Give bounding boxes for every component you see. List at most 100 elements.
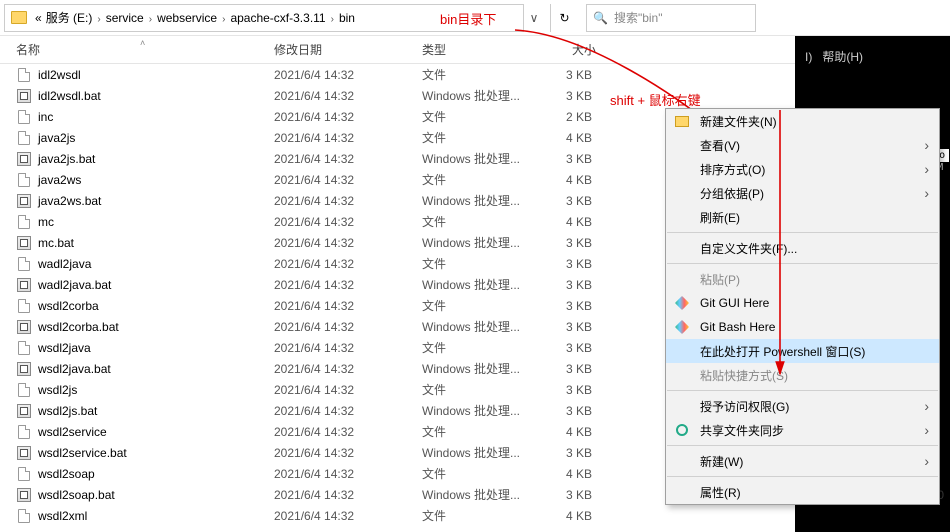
- crumb[interactable]: apache-cxf-3.3.11: [230, 11, 325, 25]
- table-row[interactable]: java2ws.bat2021/6/4 14:32Windows 批处理...3…: [0, 190, 620, 211]
- batch-file-icon: [16, 151, 32, 167]
- annotation-bin-dir: bin目录下: [440, 9, 496, 28]
- table-row[interactable]: wsdl2java2021/6/4 14:32文件3 KB: [0, 337, 620, 358]
- file-name: mc.bat: [38, 236, 274, 250]
- table-row[interactable]: wadl2java2021/6/4 14:32文件3 KB: [0, 253, 620, 274]
- file-name: idl2wsdl: [38, 68, 274, 82]
- table-row[interactable]: wsdl2js2021/6/4 14:32文件3 KB: [0, 379, 620, 400]
- menu-item[interactable]: Git Bash Here: [666, 315, 939, 339]
- file-date: 2021/6/4 14:32: [274, 173, 422, 187]
- col-type[interactable]: 类型: [422, 41, 546, 58]
- file-type: 文件: [422, 465, 546, 482]
- table-row[interactable]: wsdl2corba2021/6/4 14:32文件3 KB: [0, 295, 620, 316]
- table-row[interactable]: idl2wsdl2021/6/4 14:32文件3 KB: [0, 64, 620, 85]
- file-size: 3 KB: [546, 383, 592, 397]
- table-row[interactable]: idl2wsdl.bat2021/6/4 14:32Windows 批处理...…: [0, 85, 620, 106]
- menu-item[interactable]: 刷新(E): [666, 205, 939, 229]
- menu-item[interactable]: 新建(W): [666, 449, 939, 473]
- table-row[interactable]: wsdl2js.bat2021/6/4 14:32Windows 批处理...3…: [0, 400, 620, 421]
- chevron-right-icon: ›: [149, 14, 152, 25]
- file-type: Windows 批处理...: [422, 150, 546, 167]
- menu-item[interactable]: 自定义文件夹(F)...: [666, 236, 939, 260]
- menu-item[interactable]: 新建文件夹(N): [666, 109, 939, 133]
- table-row[interactable]: wsdl2soap.bat2021/6/4 14:32Windows 批处理..…: [0, 484, 620, 505]
- file-date: 2021/6/4 14:32: [274, 131, 422, 145]
- menu-separator: [667, 232, 938, 233]
- table-row[interactable]: inc2021/6/4 14:32文件2 KB: [0, 106, 620, 127]
- file-icon: [16, 172, 32, 188]
- file-type: 文件: [422, 423, 546, 440]
- refresh-icon: ↻: [559, 11, 569, 25]
- crumb[interactable]: webservice: [157, 11, 217, 25]
- file-date: 2021/6/4 14:32: [274, 152, 422, 166]
- file-name: java2ws: [38, 173, 274, 187]
- menu-item[interactable]: 共享文件夹同步: [666, 418, 939, 442]
- menu-item-label: 排序方式(O): [700, 161, 765, 178]
- col-date[interactable]: 修改日期: [274, 41, 422, 58]
- table-row[interactable]: java2js2021/6/4 14:32文件4 KB: [0, 127, 620, 148]
- menu-item[interactable]: Git GUI Here: [666, 291, 939, 315]
- file-date: 2021/6/4 14:32: [274, 446, 422, 460]
- refresh-button[interactable]: ↻: [550, 4, 578, 32]
- menu-separator: [667, 445, 938, 446]
- search-input[interactable]: 🔍 搜索"bin": [586, 4, 756, 32]
- file-date: 2021/6/4 14:32: [274, 341, 422, 355]
- table-row[interactable]: mc.bat2021/6/4 14:32Windows 批处理...3 KB: [0, 232, 620, 253]
- file-date: 2021/6/4 14:32: [274, 383, 422, 397]
- batch-file-icon: [16, 403, 32, 419]
- menu-help[interactable]: 帮助(H): [822, 50, 863, 64]
- chevron-right-icon: ›: [97, 14, 100, 25]
- menu-item[interactable]: 分组依据(P): [666, 181, 939, 205]
- table-row[interactable]: wadl2java.bat2021/6/4 14:32Windows 批处理..…: [0, 274, 620, 295]
- menu-item[interactable]: 排序方式(O): [666, 157, 939, 181]
- crumb[interactable]: 服务 (E:): [46, 11, 93, 25]
- file-name: wsdl2corba: [38, 299, 274, 313]
- file-size: 3 KB: [546, 152, 592, 166]
- table-row[interactable]: wsdl2xml2021/6/4 14:32文件4 KB: [0, 505, 620, 526]
- menu-item-label: 分组依据(P): [700, 185, 764, 202]
- file-name: wsdl2java: [38, 341, 274, 355]
- file-name: java2ws.bat: [38, 194, 274, 208]
- annotation-shift-rclick: shift + 鼠标右键: [610, 90, 701, 109]
- menu-item[interactable]: 属性(R): [666, 480, 939, 504]
- menu-item[interactable]: 查看(V): [666, 133, 939, 157]
- menu-item-label: 自定义文件夹(F)...: [700, 240, 797, 257]
- git-icon: [674, 295, 690, 311]
- crumb[interactable]: service: [106, 11, 144, 25]
- table-row[interactable]: java2ws2021/6/4 14:32文件4 KB: [0, 169, 620, 190]
- file-type: Windows 批处理...: [422, 87, 546, 104]
- menu-item-label: Git Bash Here: [700, 320, 775, 334]
- file-name: java2js.bat: [38, 152, 274, 166]
- batch-file-icon: [16, 487, 32, 503]
- file-type: 文件: [422, 381, 546, 398]
- chevron-down-icon[interactable]: ∨: [524, 11, 544, 25]
- menu-item-label: 共享文件夹同步: [700, 422, 784, 439]
- table-row[interactable]: wsdl2corba.bat2021/6/4 14:32Windows 批处理.…: [0, 316, 620, 337]
- file-date: 2021/6/4 14:32: [274, 509, 422, 523]
- table-row[interactable]: wsdl2service2021/6/4 14:32文件4 KB: [0, 421, 620, 442]
- crumb[interactable]: bin: [339, 11, 355, 25]
- file-size: 3 KB: [546, 488, 592, 502]
- chevron-right-icon: ›: [222, 14, 225, 25]
- table-row[interactable]: java2js.bat2021/6/4 14:32Windows 批处理...3…: [0, 148, 620, 169]
- table-row[interactable]: mc2021/6/4 14:32文件4 KB: [0, 211, 620, 232]
- file-date: 2021/6/4 14:32: [274, 362, 422, 376]
- file-size: 4 KB: [546, 131, 592, 145]
- file-name: wsdl2soap.bat: [38, 488, 274, 502]
- table-row[interactable]: wsdl2soap2021/6/4 14:32文件4 KB: [0, 463, 620, 484]
- file-type: 文件: [422, 66, 546, 83]
- file-icon: [16, 466, 32, 482]
- share-icon: [674, 422, 690, 438]
- menu-separator: [667, 390, 938, 391]
- table-row[interactable]: wsdl2service.bat2021/6/4 14:32Windows 批处…: [0, 442, 620, 463]
- menu-item-label: 授予访问权限(G): [700, 398, 789, 415]
- menu-item[interactable]: 授予访问权限(G): [666, 394, 939, 418]
- col-size[interactable]: 大小: [546, 41, 596, 58]
- menu-item-label: 粘贴快捷方式(S): [700, 367, 788, 384]
- file-size: 3 KB: [546, 257, 592, 271]
- file-name: mc: [38, 215, 274, 229]
- menu-cancel-fragment: I): [805, 50, 812, 64]
- menu-item[interactable]: 在此处打开 Powershell 窗口(S): [666, 339, 939, 363]
- file-name: wsdl2js: [38, 383, 274, 397]
- table-row[interactable]: wsdl2java.bat2021/6/4 14:32Windows 批处理..…: [0, 358, 620, 379]
